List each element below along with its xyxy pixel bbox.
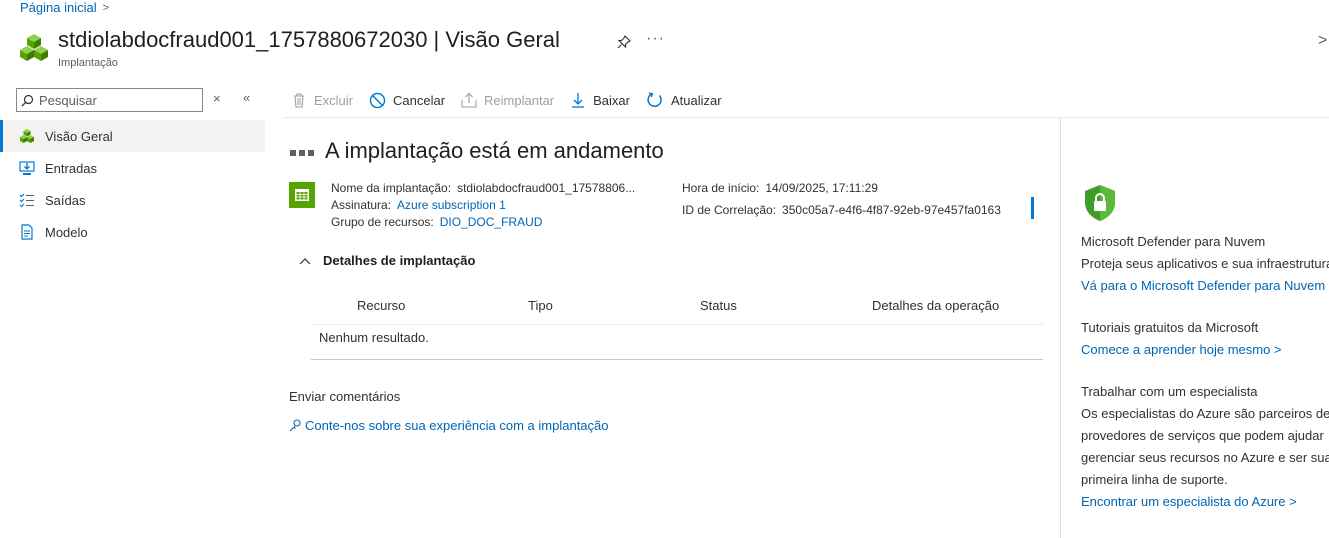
column-header-type[interactable]: Tipo <box>528 298 553 313</box>
cancel-icon <box>369 92 386 108</box>
start-time-label: Hora de início: <box>682 181 760 195</box>
feedback-link[interactable]: Conte-nos sobre sua experiência com a im… <box>289 418 609 433</box>
search-icon <box>21 94 34 106</box>
defender-text: Proteja seus aplicativos e sua infraestr… <box>1081 256 1329 271</box>
correlation-value[interactable]: 350c05a7-e4f6-4f87-92eb-97e457fa0163 <box>782 203 1001 217</box>
sidebar-item-outputs[interactable]: Saídas <box>0 184 265 216</box>
pin-icon[interactable] <box>614 32 634 52</box>
deployment-icon <box>289 182 315 208</box>
deployment-details-label: Detalhes de implantação <box>323 253 476 268</box>
cancel-button[interactable]: Cancelar <box>361 86 453 114</box>
collapse-nav-icon[interactable]: « <box>243 90 257 108</box>
cubes-icon <box>19 128 35 144</box>
table-empty-message: Nenhum resultado. <box>319 330 429 345</box>
resource-group-row: Grupo de recursos: DIO_DOC_FRAUD <box>331 215 542 229</box>
tutorials-title: Tutoriais gratuitos da Microsoft <box>1081 320 1259 335</box>
deployment-details-toggle[interactable]: Detalhes de implantação <box>299 253 475 268</box>
redeploy-button[interactable]: Reimplantar <box>453 86 562 114</box>
download-button[interactable]: Baixar <box>562 86 638 114</box>
column-header-resource[interactable]: Recurso <box>357 298 405 313</box>
breadcrumb-separator: > <box>102 1 110 14</box>
sidebar-item-label: Saídas <box>45 192 86 208</box>
table-bottom-divider <box>311 359 1043 360</box>
delete-button[interactable]: Excluir <box>283 86 361 114</box>
clear-search-icon[interactable]: × <box>213 91 227 109</box>
template-icon <box>19 224 35 240</box>
subscription-row: Assinatura: Azure subscription 1 <box>331 198 506 212</box>
feedback-link-label: Conte-nos sobre sua experiência com a im… <box>305 418 609 433</box>
refresh-label: Atualizar <box>671 92 722 108</box>
expert-link[interactable]: Encontrar um especialista do Azure > <box>1081 494 1297 509</box>
resource-group-label: Grupo de recursos: <box>331 215 434 229</box>
expert-text-line-2: provedores de serviços que podem ajudar <box>1081 428 1324 443</box>
expert-text-line-3: gerenciar seus recursos no Azure e ser s… <box>1081 450 1329 465</box>
column-header-operation-details[interactable]: Detalhes da operação <box>872 298 999 313</box>
download-icon <box>572 93 585 108</box>
start-time-value: 14/09/2025, 17:11:29 <box>765 181 878 195</box>
deployment-cubes-icon <box>20 34 48 61</box>
refresh-button[interactable]: Atualizar <box>638 86 730 114</box>
resource-group-link[interactable]: DIO_DOC_FRAUD <box>440 215 543 229</box>
trash-icon <box>294 93 304 108</box>
upload-icon <box>461 92 477 108</box>
outputs-icon <box>19 192 35 208</box>
start-time-row: Hora de início: 14/09/2025, 17:11:29 <box>682 181 878 195</box>
sidebar-item-template[interactable]: Modelo <box>0 216 265 248</box>
deployment-name-value: stdiolabdocfraud001_17578806... <box>457 181 636 195</box>
download-label: Baixar <box>593 92 630 108</box>
deployment-name-row: Nome da implantação: stdiolabdocfraud001_… <box>331 181 635 195</box>
sidebar-item-inputs[interactable]: Entradas <box>0 152 265 184</box>
feedback-icon <box>289 419 301 432</box>
expert-text-line-1: Os especialistas do Azure são parceiros … <box>1081 406 1329 421</box>
deployment-status-title: A implantação está em andamento <box>325 138 664 163</box>
tutorials-link[interactable]: Comece a aprender hoje mesmo > <box>1081 342 1282 357</box>
chevron-up-icon <box>299 257 311 264</box>
correlation-row: ID de Correlação: 350c05a7-e4f6-4f87-92eb… <box>682 203 1001 217</box>
expert-title: Trabalhar com um especialista <box>1081 384 1258 399</box>
subscription-label: Assinatura: <box>331 198 392 212</box>
defender-title: Microsoft Defender para Nuvem <box>1081 234 1266 249</box>
page-subtitle: Implantação <box>58 57 118 69</box>
copy-indicator <box>1031 197 1034 219</box>
command-bar: Excluir Cancelar Reimplantar Baixar Atua… <box>283 86 730 114</box>
defender-shield-icon <box>1085 185 1115 221</box>
page-title: stdiolabdocfraud001_1757880672030 | Visã… <box>58 27 560 52</box>
chevron-right-icon[interactable]: > <box>1318 32 1329 52</box>
inputs-icon <box>19 160 35 176</box>
column-header-status[interactable]: Status <box>700 298 737 313</box>
breadcrumb: Página inicial > <box>20 0 109 15</box>
refresh-icon <box>647 92 662 107</box>
subscription-link[interactable]: Azure subscription 1 <box>397 198 506 212</box>
defender-link[interactable]: Vá para o Microsoft Defender para Nuvem <box>1081 278 1325 293</box>
expert-text-line-4: primeira linha de suporte. <box>1081 472 1228 487</box>
feedback-title: Enviar comentários <box>289 389 401 404</box>
in-progress-icon <box>290 150 314 156</box>
sidebar-item-overview[interactable]: Visão Geral <box>0 120 265 152</box>
search-input[interactable] <box>39 92 189 108</box>
table-header-divider <box>311 324 1043 325</box>
deployment-name-label: Nome da implantação: <box>331 181 452 195</box>
search-box <box>16 88 203 112</box>
redeploy-label: Reimplantar <box>484 92 555 108</box>
correlation-label: ID de Correlação: <box>682 203 777 217</box>
more-options-button[interactable]: ··· <box>646 30 668 50</box>
sidebar-item-label: Visão Geral <box>45 128 113 144</box>
delete-label: Excluir <box>314 92 354 108</box>
breadcrumb-home-link[interactable]: Página inicial <box>20 0 97 15</box>
sidebar-item-label: Modelo <box>45 224 88 240</box>
cancel-label: Cancelar <box>393 92 446 108</box>
sidebar-item-label: Entradas <box>45 160 98 176</box>
